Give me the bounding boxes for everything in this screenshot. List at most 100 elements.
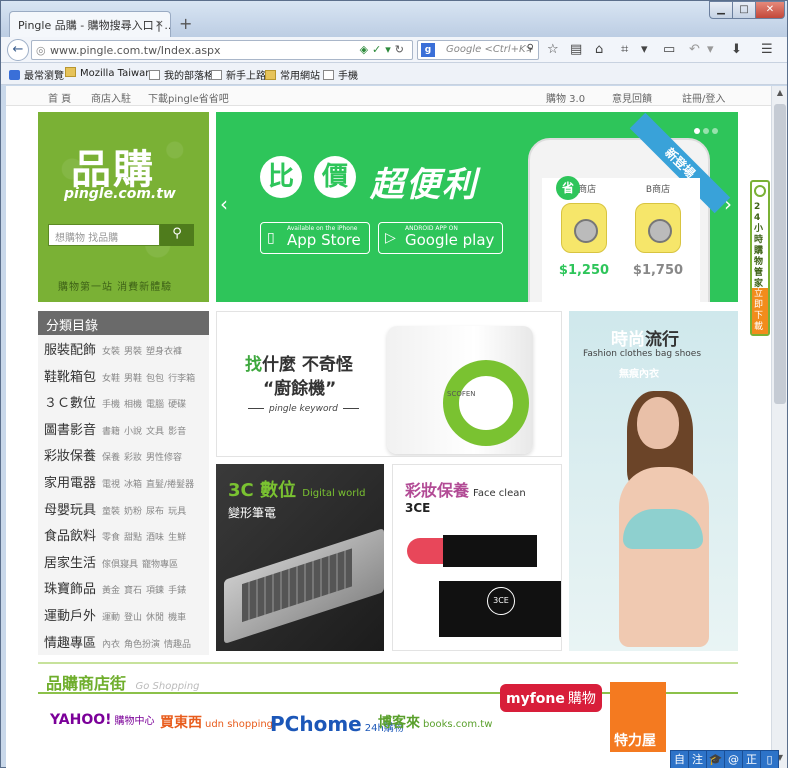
subcategory-link[interactable]: 冰箱 bbox=[124, 480, 142, 490]
store-logo[interactable]: myfone 購物 bbox=[500, 684, 602, 712]
category-link[interactable]: 食品飲料 bbox=[44, 529, 96, 544]
category-link[interactable]: 珠寶飾品 bbox=[44, 582, 96, 597]
store-logo[interactable]: 博客來 books.com.tw bbox=[378, 712, 492, 732]
bookmark-item[interactable]: 我的部落格 bbox=[149, 67, 214, 82]
dropdown-icon[interactable]: ▾ bbox=[641, 42, 648, 57]
category-link[interactable]: 彩妝保養 bbox=[44, 449, 96, 464]
hero-banner[interactable]: ‹ › 比 價 超便利 ▯ Available on the iPhone Ap… bbox=[216, 112, 738, 302]
slide-dot[interactable] bbox=[703, 128, 709, 134]
subcategory-link[interactable]: 酒味 bbox=[146, 533, 164, 543]
fashion-promo[interactable]: 時尚流行 Fashion clothes bag shoes 無痕內衣 bbox=[569, 311, 738, 651]
category-link[interactable]: 母嬰玩具 bbox=[44, 503, 96, 518]
menu-icon[interactable]: ☰ bbox=[761, 42, 773, 57]
ime-button[interactable]: @ bbox=[724, 750, 743, 768]
download-icon[interactable]: ⬇ bbox=[731, 42, 742, 57]
search-button[interactable]: ⚲ bbox=[160, 224, 194, 246]
digital-promo[interactable]: 3C 數位 Digital world 變形筆電 bbox=[216, 464, 384, 651]
subcategory-link[interactable]: 機車 bbox=[168, 613, 186, 623]
search-icon[interactable]: ⚲ bbox=[527, 43, 534, 54]
subcategory-link[interactable]: 女鞋 bbox=[102, 374, 120, 384]
address-bar[interactable]: ◎ www.pingle.com.tw/Index.aspx ◈✓▾↻ bbox=[31, 40, 413, 60]
subcategory-link[interactable]: 電視 bbox=[102, 480, 120, 490]
subcategory-link[interactable]: 童裝 bbox=[102, 507, 120, 517]
subcategory-link[interactable]: 角色扮演 bbox=[124, 640, 160, 650]
keyword-promo[interactable]: 找什麼 不奇怪 “廚餘機” pingle keyword SCOFEN bbox=[216, 311, 562, 457]
slide-dot[interactable] bbox=[694, 128, 700, 134]
subcategory-link[interactable]: 傢俱寢具 bbox=[102, 560, 138, 570]
makeup-promo[interactable]: 彩妝保養 Face clean 3CE 3CE bbox=[392, 464, 562, 651]
new-tab-button[interactable]: + bbox=[179, 14, 192, 33]
nav-store-join-link[interactable]: 商店入駐 bbox=[91, 90, 131, 105]
subcategory-link[interactable]: 項鍊 bbox=[146, 586, 164, 596]
subcategory-link[interactable]: 內衣 bbox=[102, 640, 120, 650]
bookmarks-icon[interactable]: ▤ bbox=[570, 42, 582, 57]
subcategory-link[interactable]: 硬碟 bbox=[168, 400, 186, 410]
slide-indicator[interactable] bbox=[694, 124, 721, 137]
crop-icon[interactable]: ⌗ bbox=[621, 42, 628, 57]
ime-button[interactable]: 正 bbox=[742, 750, 761, 768]
subcategory-link[interactable]: 零食 bbox=[102, 533, 120, 543]
download-now-button[interactable]: 立即下載 bbox=[752, 288, 768, 334]
scroll-thumb[interactable] bbox=[774, 104, 786, 404]
star-icon[interactable]: ☆ bbox=[547, 42, 559, 57]
subcategory-link[interactable]: 書籍 bbox=[102, 427, 120, 437]
subcategory-link[interactable]: 休閒 bbox=[146, 613, 164, 623]
subcategory-link[interactable]: 男裝 bbox=[124, 347, 142, 357]
bookmark-item[interactable]: Mozilla Taiwan bbox=[65, 67, 152, 79]
chat-icon[interactable]: ▭ bbox=[663, 42, 675, 57]
nav-home-link[interactable]: 首 頁 bbox=[48, 90, 71, 105]
category-link[interactable]: ３Ｃ數位 bbox=[44, 396, 96, 411]
category-link[interactable]: 家用電器 bbox=[44, 476, 96, 491]
bookmark-item[interactable]: 手機 bbox=[323, 67, 358, 82]
store-logo[interactable]: 特力屋 bbox=[610, 682, 666, 752]
maximize-button[interactable]: □ bbox=[732, 1, 756, 19]
bookmark-item[interactable]: 最常瀏覽 bbox=[9, 67, 64, 82]
back-arrow-icon[interactable]: ← bbox=[7, 39, 29, 61]
bookmark-item[interactable]: 常用網站 bbox=[265, 67, 320, 82]
subcategory-link[interactable]: 生鮮 bbox=[168, 533, 186, 543]
subcategory-link[interactable]: 手錶 bbox=[168, 586, 186, 596]
subcategory-link[interactable]: 小說 bbox=[124, 427, 142, 437]
subcategory-link[interactable]: 直髮/捲髮器 bbox=[146, 480, 194, 490]
subcategory-link[interactable]: 寵物專區 bbox=[142, 560, 178, 570]
store-logo[interactable]: YAHOO! 購物中心 bbox=[50, 712, 155, 728]
subcategory-link[interactable]: 登山 bbox=[124, 613, 142, 623]
subcategory-link[interactable]: 保養 bbox=[102, 453, 120, 463]
nav-feedback-link[interactable]: 意見回饋 bbox=[612, 90, 652, 105]
googleplay-button[interactable]: ▷ ANDROID APP ON Google play bbox=[378, 222, 504, 254]
subcategory-link[interactable]: 電腦 bbox=[146, 400, 164, 410]
subcategory-link[interactable]: 文具 bbox=[146, 427, 164, 437]
subcategory-link[interactable]: 女裝 bbox=[102, 347, 120, 357]
vertical-scrollbar[interactable]: ▲ ▼ bbox=[771, 86, 787, 768]
subcategory-link[interactable]: 手機 bbox=[102, 400, 120, 410]
nav-login-link[interactable]: 註冊/登入 bbox=[682, 90, 725, 105]
search-bar[interactable]: g Google <Ctrl+K> ⚲ bbox=[417, 40, 539, 60]
subcategory-link[interactable]: 男性修容 bbox=[146, 453, 182, 463]
subcategory-link[interactable]: 影音 bbox=[168, 427, 186, 437]
ime-button[interactable]: ▯ bbox=[760, 750, 779, 768]
subcategory-link[interactable]: 彩妝 bbox=[124, 453, 142, 463]
scroll-up-arrow[interactable]: ▲ bbox=[774, 88, 786, 102]
undo-icon[interactable]: ↶ bbox=[689, 42, 700, 57]
appstore-button[interactable]: ▯ Available on the iPhone App Store bbox=[260, 222, 370, 254]
product-search-input[interactable]: 想購物 找品購 bbox=[48, 224, 160, 246]
category-link[interactable]: 情趣專區 bbox=[44, 636, 96, 651]
home-icon[interactable]: ⌂ bbox=[595, 42, 603, 57]
subcategory-link[interactable]: 男鞋 bbox=[124, 374, 142, 384]
subcategory-link[interactable]: 甜點 bbox=[124, 533, 142, 543]
close-tab-icon[interactable]: × bbox=[155, 17, 164, 30]
category-link[interactable]: 服裝配飾 bbox=[44, 343, 96, 358]
ime-button[interactable]: 注 bbox=[688, 750, 707, 768]
subcategory-link[interactable]: 情趣品 bbox=[164, 640, 191, 650]
subcategory-link[interactable]: 相機 bbox=[124, 400, 142, 410]
nav-download-link[interactable]: 下載pingle省省吧 bbox=[148, 90, 229, 105]
category-link[interactable]: 運動戶外 bbox=[44, 609, 96, 624]
subcategory-link[interactable]: 玩具 bbox=[168, 507, 186, 517]
dropdown-icon-2[interactable]: ▾ bbox=[707, 42, 714, 57]
subcategory-link[interactable]: 塑身衣褲 bbox=[146, 347, 182, 357]
subcategory-link[interactable]: 寶石 bbox=[124, 586, 142, 596]
browser-tab[interactable]: Pingle 品購 - 購物搜尋入口 | ... × bbox=[9, 11, 171, 37]
slide-dot[interactable] bbox=[712, 128, 718, 134]
category-link[interactable]: 居家生活 bbox=[44, 556, 96, 571]
bookmark-item[interactable]: 新手上路 bbox=[211, 67, 266, 82]
